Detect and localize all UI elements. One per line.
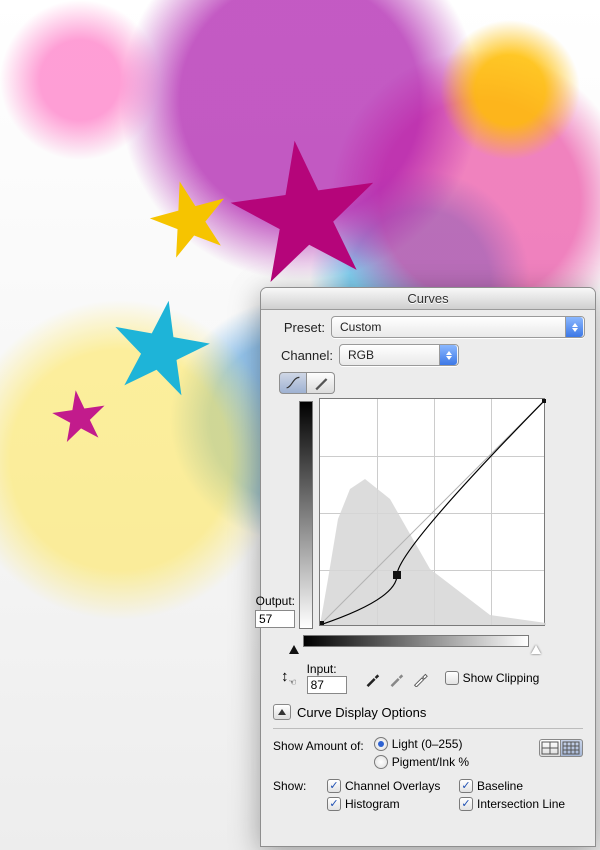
show-amount-label: Show Amount of: [273, 739, 364, 753]
curve-plot [320, 399, 546, 625]
curve-icon [285, 375, 301, 391]
channel-value: RGB [348, 348, 374, 362]
grid-4-icon [540, 740, 560, 756]
dropdown-arrows-icon [565, 317, 583, 337]
grid-10-icon [561, 740, 581, 756]
output-label: Output: [256, 594, 295, 608]
channel-select[interactable]: RGB [339, 344, 459, 366]
point-curve-tool[interactable] [279, 372, 307, 394]
dialog-title[interactable]: Curves [261, 288, 595, 310]
pencil-curve-tool[interactable] [307, 372, 335, 394]
disclosure-toggle[interactable] [273, 704, 291, 720]
input-field[interactable] [307, 676, 347, 694]
intersection-line-checkbox[interactable]: ✓Intersection Line [459, 797, 583, 811]
separator [273, 728, 583, 729]
amount-light-radio[interactable]: Light (0–255) [374, 737, 469, 751]
preset-value: Custom [340, 320, 381, 334]
grid-fine-button[interactable] [561, 739, 583, 757]
input-label: Input: [307, 662, 337, 676]
output-field[interactable] [255, 610, 295, 628]
curve-tool-toggle [261, 372, 595, 394]
preset-select[interactable]: Custom [331, 316, 585, 338]
preset-label: Preset: [271, 320, 325, 335]
amount-pigment-radio[interactable]: Pigment/Ink % [374, 755, 469, 769]
curves-dialog: Curves Preset: Custom Channel: RGB Outpu… [260, 287, 596, 847]
show-clipping-checkbox[interactable]: Show Clipping [445, 671, 540, 685]
show-clipping-label: Show Clipping [463, 671, 540, 685]
amount-pigment-label: Pigment/Ink % [392, 755, 469, 769]
baseline-checkbox[interactable]: ✓Baseline [459, 779, 583, 793]
curve-display-options-label: Curve Display Options [297, 705, 426, 720]
channel-overlays-checkbox[interactable]: ✓Channel Overlays [327, 779, 451, 793]
white-eyedropper-icon[interactable] [411, 669, 429, 687]
dropdown-arrows-icon [439, 345, 457, 365]
curves-graph[interactable] [319, 398, 545, 626]
white-point-slider-icon[interactable] [531, 645, 541, 654]
show-label: Show: [273, 779, 319, 793]
black-point-slider-icon[interactable] [289, 645, 299, 654]
input-gradient [303, 635, 529, 647]
grid-size-toggle [539, 739, 583, 757]
amount-light-label: Light (0–255) [392, 737, 463, 751]
chevron-up-icon [278, 709, 286, 715]
pencil-icon [313, 375, 329, 391]
on-image-adjust-icon[interactable]: ↕☜ [281, 668, 297, 688]
output-gradient [299, 401, 313, 629]
black-eyedropper-icon[interactable] [363, 669, 381, 687]
channel-label: Channel: [271, 348, 333, 363]
histogram-checkbox[interactable]: ✓Histogram [327, 797, 451, 811]
gray-eyedropper-icon[interactable] [387, 669, 405, 687]
grid-coarse-button[interactable] [539, 739, 561, 757]
